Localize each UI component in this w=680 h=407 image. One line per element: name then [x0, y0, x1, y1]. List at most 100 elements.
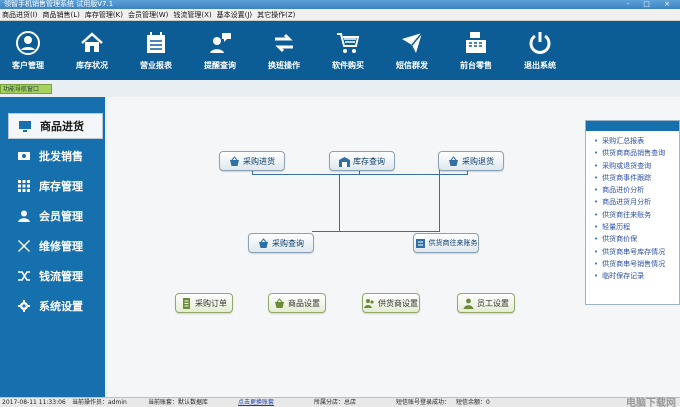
- button-label: 采购退货: [462, 156, 494, 166]
- gear-icon: [18, 300, 30, 312]
- sidebar-item-label: 系统设置: [39, 300, 83, 313]
- status-account: 当前账套：默认数据库: [148, 399, 209, 406]
- menu-bar: 商品进货(I) 商品销售(L) 库存管理(K) 会员管理(W) 钱流管理(X) …: [0, 9, 680, 21]
- product-settings-button[interactable]: 商品设置: [268, 293, 326, 313]
- status-branch: 所属分店：总店: [314, 399, 357, 406]
- sidebar-item-label: 会员管理: [39, 210, 83, 223]
- toolbar-label: 库存状况: [76, 60, 108, 70]
- warehouse-icon: [339, 156, 350, 167]
- person-icon: [18, 210, 30, 222]
- report-link[interactable]: 供货商事件跟踪: [594, 172, 679, 184]
- sidebar-item-cashflow[interactable]: 钱流管理: [0, 263, 105, 289]
- report-link[interactable]: 商品进货月分析: [594, 196, 679, 208]
- sidebar-item-wholesale[interactable]: 批发销售: [0, 143, 105, 169]
- menu-basic-settings[interactable]: 基本设置(J): [217, 10, 253, 20]
- status-sms-login: 短信账号登录成功：: [396, 399, 451, 406]
- report-link[interactable]: 供货商往来账务: [594, 209, 679, 221]
- window-title: 领智手机销售管理系统 试用版V7.1: [4, 0, 114, 8]
- sidebar-item-label: 维修管理: [39, 240, 83, 253]
- toolbar-stock-button[interactable]: 库存状况: [60, 21, 124, 80]
- sidebar-item-label: 库存管理: [39, 180, 83, 193]
- monitor-icon: [19, 121, 31, 132]
- menu-other[interactable]: 其它操作(Z): [257, 10, 295, 20]
- sidebar-item-label: 钱流管理: [39, 270, 83, 283]
- report-icon: [147, 31, 165, 53]
- window-titlebar: 领智手机销售管理系统 试用版V7.1 - □ ×: [0, 0, 680, 9]
- purchase-order-button[interactable]: 采购订单: [175, 293, 233, 313]
- button-label: 库存查询: [353, 156, 385, 166]
- toolbar-label: 退出系统: [524, 60, 556, 70]
- status-datetime: 2017-08-11 11:33:06: [2, 399, 66, 406]
- supplier-account-button[interactable]: 供货商往来账务: [413, 233, 479, 253]
- button-label: 采购订单: [195, 298, 227, 308]
- menu-cashflow[interactable]: 钱流管理(X): [173, 10, 211, 20]
- basket-icon: [259, 237, 268, 248]
- connector-line: [439, 175, 440, 231]
- button-label: 员工设置: [477, 298, 509, 308]
- tools-icon: [18, 240, 30, 252]
- toolbar-report-button[interactable]: 营业报表: [124, 21, 188, 80]
- toolbar-shift-button[interactable]: 换班操作: [252, 21, 316, 80]
- grid-icon: [18, 180, 30, 192]
- cash-icon: [18, 152, 30, 160]
- sidebar: 商品进货 批发销售 库存管理 会员管理 维修管理 钱流管理 系统设置: [0, 97, 105, 397]
- report-link[interactable]: 供货商商品销售查询: [594, 147, 679, 159]
- shuffle-icon: [18, 271, 30, 281]
- toolbar-label: 短信群发: [396, 60, 428, 70]
- sidebar-item-label: 批发销售: [39, 150, 83, 163]
- button-label: 采购查询: [272, 238, 304, 248]
- users-icon: [364, 298, 374, 308]
- user-icon: [16, 30, 40, 55]
- toolbar-label: 换班操作: [268, 60, 300, 70]
- sidebar-item-settings[interactable]: 系统设置: [0, 293, 105, 319]
- report-link[interactable]: 供货商串号销售情况: [594, 258, 679, 270]
- button-label: 供货商往来账务: [428, 239, 478, 247]
- toolbar-label: 提醒查询: [204, 60, 236, 70]
- purchase-return-button[interactable]: 采购退货: [438, 151, 504, 171]
- button-label: 商品设置: [288, 298, 320, 308]
- toolbar-exit-button[interactable]: 退出系统: [508, 21, 572, 80]
- purchase-query-button[interactable]: 采购查询: [248, 233, 314, 253]
- menu-purchase[interactable]: 商品进货(I): [2, 10, 38, 20]
- report-link[interactable]: 临时保存记录: [594, 270, 679, 282]
- report-link[interactable]: 供货商串号库存情况: [594, 246, 679, 258]
- main-toolbar: 客户管理 库存状况 营业报表 提醒查询 换班操作 软件购买 短信群发 前台零售 …: [0, 21, 680, 80]
- sidebar-item-members[interactable]: 会员管理: [0, 203, 105, 229]
- toolbar-buy-button[interactable]: 软件购买: [316, 21, 380, 80]
- toolbar-label: 营业报表: [140, 60, 172, 70]
- report-list: 采购汇总报表 供货商商品销售查询 采购或退货查询 供货商事件跟踪 商品进价分析 …: [586, 131, 679, 283]
- cash-register-icon: [466, 31, 486, 53]
- toolbar-reminder-button[interactable]: 提醒查询: [188, 21, 252, 80]
- nav-window-tag[interactable]: 功能导航窗口: [0, 84, 52, 94]
- document-icon: [183, 297, 190, 309]
- menu-members[interactable]: 会员管理(W): [128, 10, 168, 20]
- toolbar-retail-button[interactable]: 前台零售: [444, 21, 508, 80]
- report-link[interactable]: 商品进价分析: [594, 184, 679, 196]
- toolbar-sms-button[interactable]: 短信群发: [380, 21, 444, 80]
- supplier-settings-button[interactable]: 供货商设置: [362, 293, 420, 313]
- sidebar-item-repair[interactable]: 维修管理: [0, 233, 105, 259]
- window-controls[interactable]: - □ ×: [627, 0, 676, 9]
- staff-settings-button[interactable]: 员工设置: [457, 293, 515, 313]
- menu-inventory[interactable]: 库存管理(K): [85, 10, 123, 20]
- sidebar-item-inventory[interactable]: 库存管理: [0, 173, 105, 199]
- ledger-icon: [415, 238, 425, 248]
- stock-query-button[interactable]: 库存查询: [329, 151, 395, 171]
- purchase-in-button[interactable]: 采购进货: [219, 151, 285, 171]
- toolbar-label: 软件购买: [332, 60, 364, 70]
- report-panel-header: [586, 121, 679, 131]
- toolbar-label: 前台零售: [460, 60, 492, 70]
- report-link[interactable]: 采购或退货查询: [594, 160, 679, 172]
- toolbar-customer-button[interactable]: 客户管理: [0, 21, 60, 80]
- menu-sales[interactable]: 商品销售(L): [43, 10, 80, 20]
- chat-user-icon: [210, 32, 231, 53]
- report-link[interactable]: 采购汇总报表: [594, 135, 679, 147]
- sidebar-item-label: 商品进货: [40, 120, 84, 133]
- site-watermark: 电脑下载网: [626, 398, 676, 407]
- report-link[interactable]: 供货商价保: [594, 233, 679, 245]
- switch-account-link[interactable]: 点击更换账套: [238, 398, 274, 407]
- sidebar-item-purchase[interactable]: 商品进货: [8, 113, 103, 139]
- status-bar: 2017-08-11 11:33:06 当前操作员：admin 当前账套：默认数…: [0, 397, 680, 407]
- report-link[interactable]: 轻量历程: [594, 221, 679, 233]
- basket-icon: [275, 297, 284, 308]
